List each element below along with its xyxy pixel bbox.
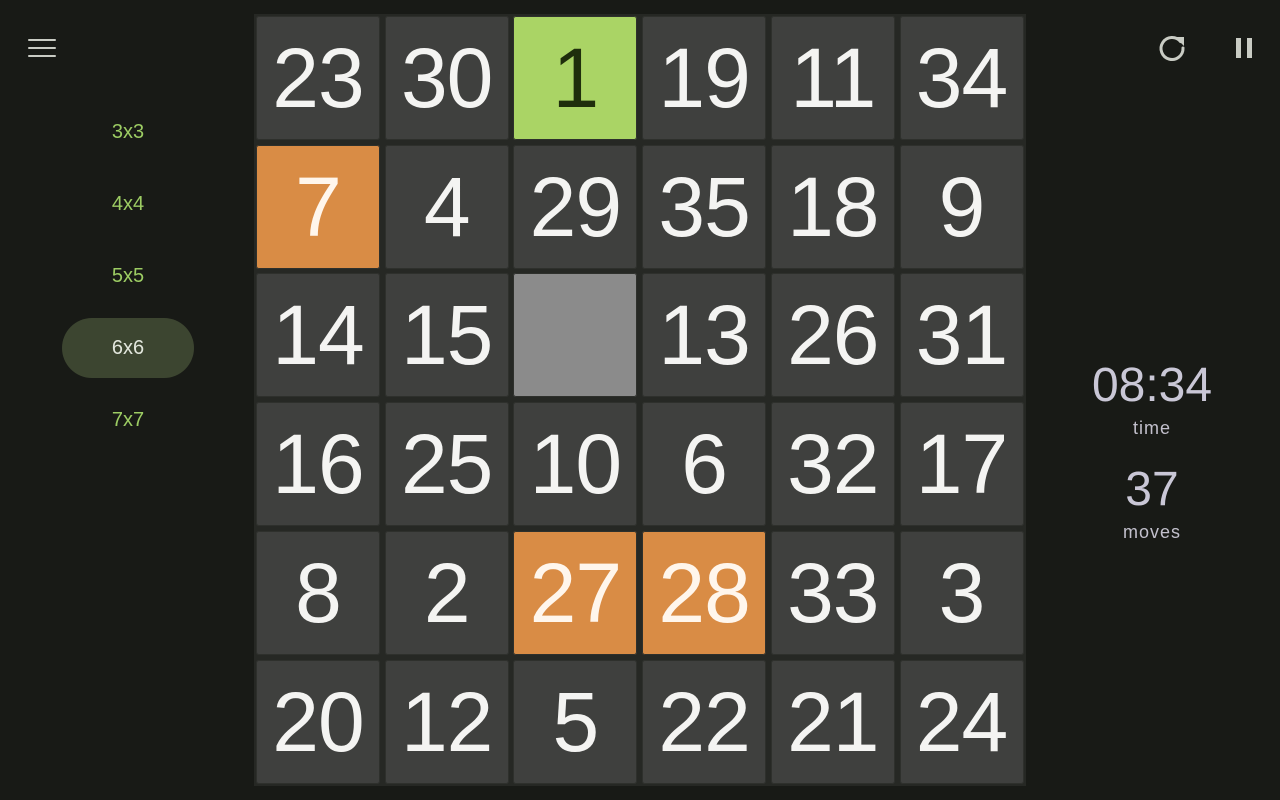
- moves-value: 37: [1125, 463, 1179, 516]
- tile-4[interactable]: 4: [384, 144, 509, 269]
- tile-25[interactable]: 25: [384, 402, 509, 527]
- tile-2[interactable]: 2: [384, 530, 509, 655]
- tile-8[interactable]: 8: [256, 530, 380, 655]
- hamburger-menu-icon[interactable]: [22, 30, 62, 66]
- tile-18[interactable]: 18: [770, 144, 895, 269]
- tile-21[interactable]: 21: [770, 659, 895, 784]
- move-counter: 37 moves: [1080, 466, 1224, 543]
- menu-line: [28, 55, 56, 57]
- tile-13[interactable]: 13: [642, 273, 767, 398]
- tile-22[interactable]: 22: [642, 659, 767, 784]
- time-value: 08:34: [1091, 359, 1213, 412]
- tile-23[interactable]: 23: [256, 16, 380, 140]
- tile-20[interactable]: 20: [256, 659, 380, 784]
- size-option-3x3[interactable]: 3x3: [62, 102, 194, 162]
- size-option-4x4[interactable]: 4x4: [62, 174, 194, 234]
- empty-slot[interactable]: [513, 273, 638, 398]
- tile-7[interactable]: 7: [256, 144, 380, 269]
- menu-line: [28, 39, 56, 41]
- menu-line: [28, 47, 56, 49]
- puzzle-board: 23 30 1 19 11 34 7 4 29 35 18 9 14 15 13 26 31 16 25 10 6 32 1…: [254, 14, 1026, 786]
- tile-1[interactable]: 1: [513, 16, 638, 140]
- tile-29[interactable]: 29: [513, 144, 638, 269]
- tile-19[interactable]: 19: [642, 16, 767, 140]
- moves-label: moves: [1122, 522, 1181, 542]
- size-option-5x5[interactable]: 5x5: [62, 246, 194, 306]
- time-label: time: [1132, 418, 1171, 438]
- tile-12[interactable]: 12: [384, 659, 509, 784]
- board-size-list: 3x3 4x4 5x5 6x6 7x7: [62, 102, 194, 450]
- size-option-6x6[interactable]: 6x6: [62, 318, 194, 378]
- tile-3[interactable]: 3: [899, 530, 1024, 655]
- tile-10[interactable]: 10: [513, 402, 638, 527]
- tile-6[interactable]: 6: [642, 402, 767, 527]
- tile-9[interactable]: 9: [899, 144, 1024, 269]
- timer: 08:34 time: [1080, 362, 1224, 439]
- tile-26[interactable]: 26: [770, 273, 895, 398]
- tile-17[interactable]: 17: [899, 402, 1024, 527]
- tile-30[interactable]: 30: [384, 16, 509, 140]
- pause-icon[interactable]: [1224, 28, 1264, 68]
- tile-15[interactable]: 15: [384, 273, 509, 398]
- tile-11[interactable]: 11: [770, 16, 895, 140]
- tile-33[interactable]: 33: [770, 530, 895, 655]
- tile-31[interactable]: 31: [899, 273, 1024, 398]
- size-option-7x7[interactable]: 7x7: [62, 390, 194, 450]
- tile-16[interactable]: 16: [256, 402, 380, 527]
- restart-icon[interactable]: [1152, 28, 1192, 68]
- tile-32[interactable]: 32: [770, 402, 895, 527]
- tile-14[interactable]: 14: [256, 273, 380, 398]
- tile-5[interactable]: 5: [513, 659, 638, 784]
- tile-34[interactable]: 34: [899, 16, 1024, 140]
- tile-35[interactable]: 35: [642, 144, 767, 269]
- tile-27[interactable]: 27: [513, 530, 638, 655]
- tile-24[interactable]: 24: [899, 659, 1024, 784]
- tile-28[interactable]: 28: [642, 530, 767, 655]
